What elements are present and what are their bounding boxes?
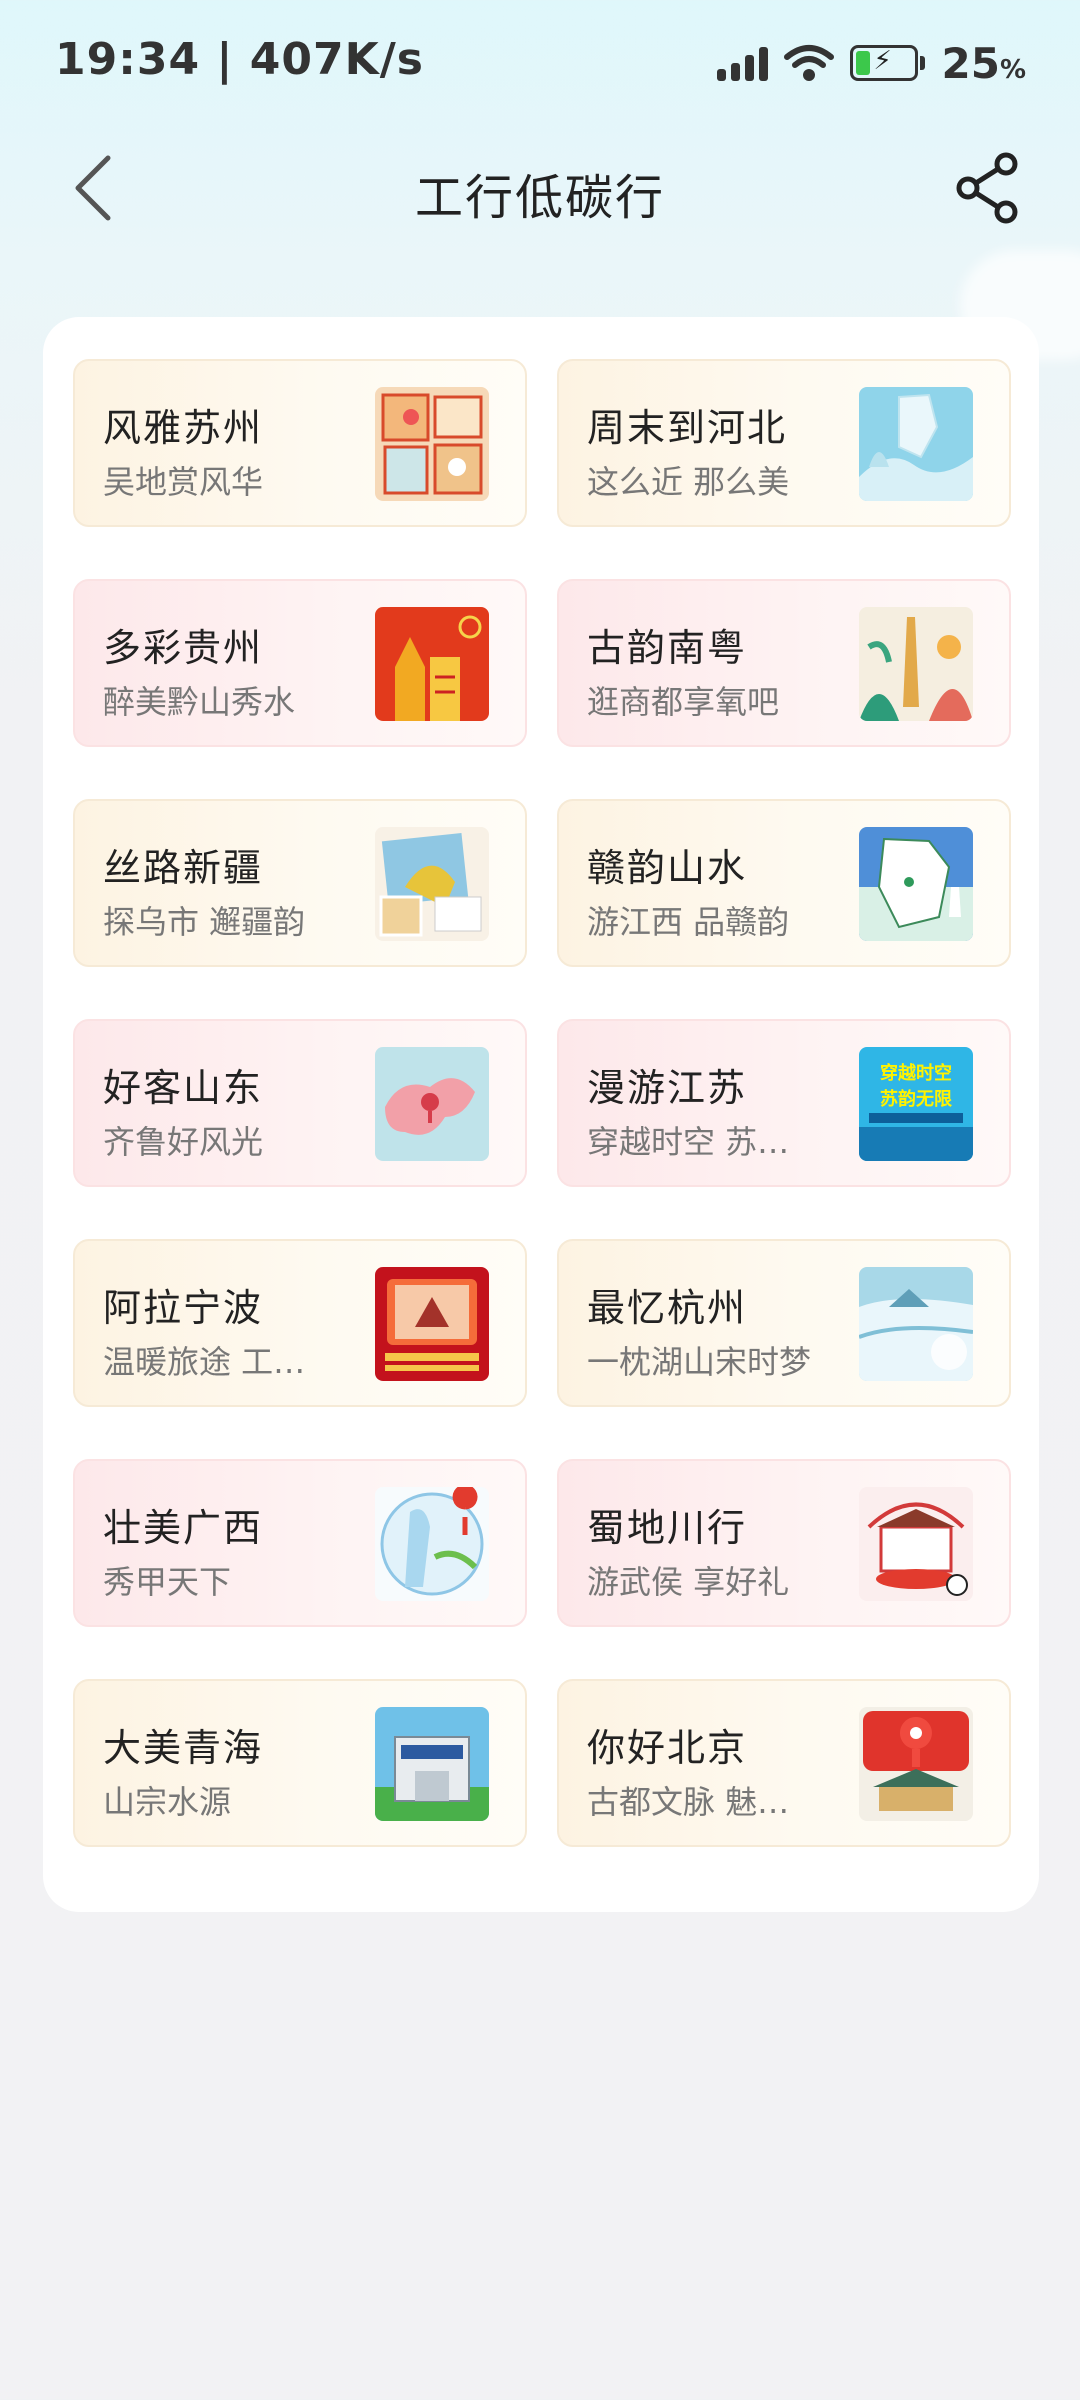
destination-card[interactable]: 古韵南粤逛商都享氧吧: [557, 579, 1011, 747]
card-title: 好客山东: [103, 1066, 264, 1110]
card-subtitle: 吴地赏风华: [103, 463, 264, 501]
status-icons: ⚡ 25%: [717, 38, 1026, 88]
card-subtitle: 温暖旅途 工…: [103, 1343, 306, 1381]
destination-card[interactable]: 漫游江苏穿越时空 苏… 穿越时空苏韵无限: [557, 1019, 1011, 1187]
card-subtitle: 一枕湖山宋时梦: [587, 1343, 812, 1381]
destination-card[interactable]: 赣韵山水游江西 品赣韵: [557, 799, 1011, 967]
card-title: 古韵南粤: [587, 626, 748, 670]
card-thumbnail-image: [375, 1487, 489, 1601]
status-bar: 19:34 | 407K/s ⚡ 25%: [0, 0, 1080, 120]
card-subtitle: 穿越时空 苏…: [587, 1123, 790, 1161]
wifi-icon: [784, 45, 835, 81]
card-title: 壮美广西: [103, 1506, 264, 1550]
card-title: 丝路新疆: [103, 846, 264, 890]
destination-card[interactable]: 蜀地川行游武侯 享好礼: [557, 1459, 1011, 1627]
destination-card[interactable]: 多彩贵州醉美黔山秀水: [73, 579, 527, 747]
status-time: 19:34 | 407K/s: [55, 34, 424, 85]
card-subtitle: 齐鲁好风光: [103, 1123, 264, 1161]
signal-icon: [717, 45, 769, 81]
page-title: 工行低碳行: [414, 170, 665, 226]
card-title: 蜀地川行: [587, 1506, 748, 1550]
destinations-panel: 风雅苏州 吴地赏风华 周末到河北 这么近 那么美 多彩贵州 醉美黔山秀水 古韵南粤 逛商都享氧…: [43, 317, 1039, 1912]
card-thumbnail-image: [859, 607, 973, 721]
card-subtitle: 探乌市 邂疆韵: [103, 903, 306, 941]
card-title: 周末到河北: [587, 406, 788, 450]
card-thumbnail-image: [375, 1707, 489, 1821]
card-subtitle: 醉美黔山秀水: [103, 683, 296, 721]
card-subtitle: 这么近 那么美: [587, 463, 790, 501]
destination-card[interactable]: 壮美广西 秀甲天下: [73, 1459, 527, 1627]
destination-card[interactable]: 最忆杭州一枕湖山宋时梦: [557, 1239, 1011, 1407]
card-subtitle: 古都文脉 魅…: [587, 1783, 790, 1821]
destination-card[interactable]: 大美青海 山宗水源: [73, 1679, 527, 1847]
card-thumbnail-image: 穿越时空 苏韵无限: [859, 1047, 973, 1161]
card-thumbnail-image: [859, 1267, 973, 1381]
card-subtitle: 游武侯 享好礼: [587, 1563, 790, 1601]
destination-card[interactable]: 你好北京古都文脉 魅…: [557, 1679, 1011, 1847]
card-subtitle: 秀甲天下: [103, 1563, 232, 1601]
card-subtitle: 游江西 品赣韵: [587, 903, 790, 941]
destination-grid: 风雅苏州 吴地赏风华 周末到河北 这么近 那么美 多彩贵州 醉美黔山秀水 古韵南粤 逛商都享氧…: [73, 359, 1011, 1847]
svg-text:穿越时空: 穿越时空: [880, 1062, 952, 1084]
app-header: 工行低碳行: [0, 130, 1080, 250]
card-title: 赣韵山水: [587, 846, 748, 890]
card-thumbnail-image: [859, 1487, 973, 1601]
card-thumbnail-image: [375, 1267, 489, 1381]
card-title: 大美青海: [103, 1726, 264, 1770]
battery-percent: 25%: [941, 38, 1026, 88]
share-button[interactable]: [948, 148, 1028, 228]
card-thumbnail-image: [859, 827, 973, 941]
destination-card[interactable]: 阿拉宁波温暖旅途 工…: [73, 1239, 527, 1407]
card-thumbnail-image: [375, 1047, 489, 1161]
share-icon: [956, 152, 1018, 224]
battery-charging-icon: ⚡: [850, 45, 926, 81]
card-thumbnail-image: [859, 387, 973, 501]
svg-text:苏韵无限: 苏韵无限: [880, 1088, 953, 1110]
destination-card[interactable]: 周末到河北这么近 那么美: [557, 359, 1011, 527]
card-title: 多彩贵州: [103, 626, 264, 670]
destination-card[interactable]: 风雅苏州 吴地赏风华: [73, 359, 527, 527]
card-title: 漫游江苏: [587, 1066, 748, 1110]
card-subtitle: 逛商都享氧吧: [587, 683, 780, 721]
destination-card[interactable]: 丝路新疆探乌市 邂疆韵: [73, 799, 527, 967]
card-subtitle: 山宗水源: [103, 1783, 232, 1821]
card-title: 阿拉宁波: [103, 1286, 264, 1330]
destination-card[interactable]: 好客山东 齐鲁好风光: [73, 1019, 527, 1187]
card-thumbnail-image: [859, 1707, 973, 1821]
card-title: 你好北京: [587, 1726, 748, 1770]
card-thumbnail-image: [375, 607, 489, 721]
card-thumbnail-image: [375, 827, 489, 941]
card-title: 风雅苏州: [103, 406, 264, 450]
card-title: 最忆杭州: [587, 1286, 748, 1330]
card-thumbnail-image: [375, 387, 489, 501]
